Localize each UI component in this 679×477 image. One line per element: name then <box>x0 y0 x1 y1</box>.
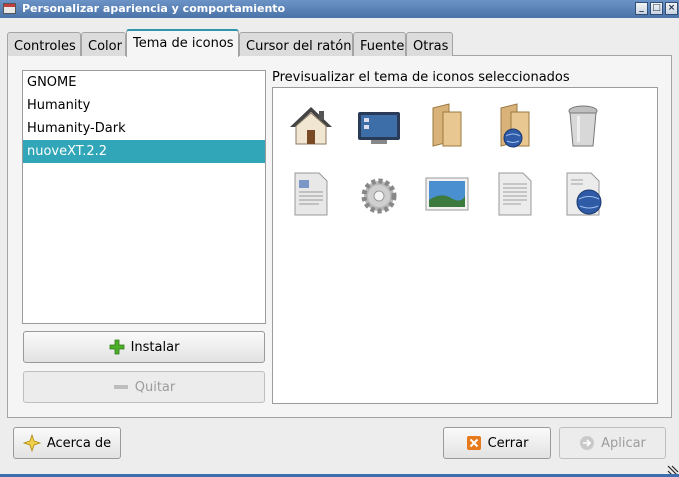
close-button-label: Cerrar <box>487 435 529 451</box>
home-icon <box>290 107 332 145</box>
apply-button-label: Aplicar <box>601 435 646 451</box>
about-button-label: Acerca de <box>46 435 112 451</box>
icon-theme-list[interactable]: GNOME Humanity Humanity-Dark nuoveXT.2.2 <box>22 70 266 324</box>
maximize-icon[interactable]: □ <box>650 2 663 15</box>
icon-preview-area <box>272 87 658 404</box>
tab-fuente[interactable]: Fuente <box>353 32 406 56</box>
tab-controles[interactable]: Controles <box>7 32 81 56</box>
list-item-label: nuoveXT.2.2 <box>27 144 108 159</box>
image-icon <box>425 177 469 211</box>
window-app-icon[interactable] <box>3 3 16 14</box>
apply-button[interactable]: Aplicar <box>559 427 666 459</box>
tab-label: Controles <box>14 39 76 54</box>
list-item-gnome[interactable]: GNOME <box>23 71 265 94</box>
tab-color[interactable]: Color <box>81 32 126 56</box>
tab-otras[interactable]: Otras <box>406 32 453 56</box>
close-button[interactable]: Cerrar <box>443 427 551 459</box>
list-item-humanity[interactable]: Humanity <box>23 94 265 117</box>
minimize-icon[interactable]: _ <box>635 2 648 15</box>
close-window-icon[interactable]: × <box>665 2 678 15</box>
document-icon <box>498 172 532 216</box>
preview-label: Previsualizar el tema de iconos seleccio… <box>272 70 570 85</box>
window-title: Personalizar apariencia y comportamiento <box>22 2 286 15</box>
tab-label: Color <box>88 39 122 54</box>
text-document-icon <box>294 172 328 216</box>
list-item-label: GNOME <box>27 75 77 90</box>
close-icon <box>466 436 481 450</box>
tab-cursor-del-raton[interactable]: Cursor del ratón <box>239 32 353 56</box>
remove-button[interactable]: Quitar <box>23 371 265 403</box>
trash-icon <box>568 105 598 147</box>
network-folder-icon <box>500 103 530 148</box>
tab-label: Cursor del ratón <box>246 39 352 54</box>
star-icon <box>22 434 41 452</box>
tab-tema-de-iconos[interactable]: Tema de iconos <box>126 29 239 57</box>
list-item-nuovext[interactable]: nuoveXT.2.2 <box>23 140 265 163</box>
computer-icon <box>358 112 400 144</box>
list-item-label: Humanity-Dark <box>27 121 126 136</box>
web-document-icon <box>566 172 602 216</box>
window-titlebar[interactable]: Personalizar apariencia y comportamiento… <box>0 0 679 18</box>
about-button[interactable]: Acerca de <box>13 427 121 459</box>
tab-label: Otras <box>413 39 449 54</box>
settings-gear-icon <box>361 178 397 214</box>
minus-icon <box>113 385 128 389</box>
list-item-humanity-dark[interactable]: Humanity-Dark <box>23 117 265 140</box>
remove-button-label: Quitar <box>134 379 176 395</box>
folder-icon <box>432 103 462 147</box>
apply-arrow-icon <box>580 436 595 450</box>
plus-icon <box>109 339 124 355</box>
tab-label: Tema de iconos <box>133 36 234 51</box>
list-item-label: Humanity <box>27 98 91 113</box>
tab-label: Fuente <box>360 39 405 54</box>
install-button-label: Instalar <box>130 339 180 355</box>
install-button[interactable]: Instalar <box>23 331 265 363</box>
